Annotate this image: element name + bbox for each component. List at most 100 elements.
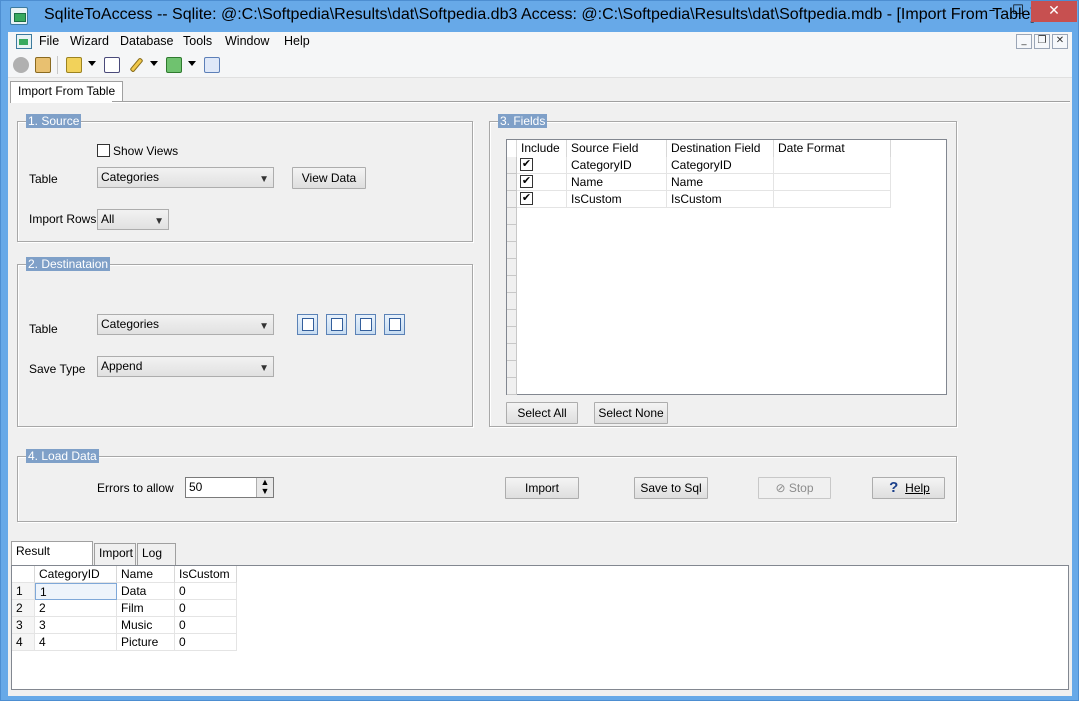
select-none-button[interactable]: Select None — [594, 402, 668, 424]
preview-table-icon — [360, 318, 372, 331]
column-header-destination-field[interactable]: Destination Field — [667, 140, 774, 157]
save-type-select[interactable]: Append ▼ — [97, 356, 274, 377]
fields-group-title: 3. Fields — [498, 114, 548, 128]
source-field-cell[interactable]: CategoryID — [567, 157, 667, 174]
row-indicator[interactable] — [507, 174, 517, 191]
close-button[interactable]: ✕ — [1031, 1, 1077, 22]
column-header-date-format[interactable]: Date Format — [774, 140, 891, 157]
spinner-arrows-icon[interactable]: ▲ ▼ — [256, 478, 273, 497]
menu-window[interactable]: Window — [225, 34, 269, 48]
include-checkbox[interactable]: ✔ — [520, 158, 533, 171]
include-cell[interactable]: ✔ — [517, 191, 567, 208]
source-table-select[interactable]: Categories ▼ — [97, 167, 274, 188]
import-button[interactable]: Import — [505, 477, 579, 499]
preview-table-button[interactable] — [355, 314, 376, 335]
preview-cell[interactable]: 2 — [35, 600, 117, 617]
select-all-button[interactable]: Select All — [506, 402, 578, 424]
empty-row-indicator — [507, 276, 517, 293]
include-checkbox[interactable]: ✔ — [520, 175, 533, 188]
date-format-cell[interactable] — [774, 157, 891, 174]
document-icon[interactable] — [16, 34, 32, 49]
include-cell[interactable]: ✔ — [517, 157, 567, 174]
tab-result-preview[interactable]: Result Preview — [11, 541, 93, 577]
empty-row-indicator — [507, 293, 517, 310]
row-indicator[interactable] — [507, 157, 517, 174]
preview-cell[interactable]: Picture — [117, 634, 175, 651]
fields-grid[interactable]: Include Source Field Destination Field D… — [506, 139, 947, 395]
destination-table-select[interactable]: Categories ▼ — [97, 314, 274, 335]
open-icon[interactable] — [66, 57, 82, 73]
mdi-minimize-button[interactable]: _ — [1016, 34, 1032, 49]
include-checkbox[interactable]: ✔ — [520, 192, 533, 205]
preview-cell[interactable]: 0 — [175, 583, 237, 600]
menu-file[interactable]: File — [39, 34, 59, 48]
window-icon[interactable] — [166, 57, 182, 73]
date-format-cell[interactable] — [774, 191, 891, 208]
grid-icon[interactable] — [204, 57, 220, 73]
load-data-group-title: 4. Load Data — [26, 449, 99, 463]
menu-database[interactable]: Database — [120, 34, 174, 48]
tab-log[interactable]: Log — [137, 543, 176, 565]
menu-help[interactable]: Help — [284, 34, 310, 48]
preview-cell[interactable]: Data — [117, 583, 175, 600]
preview-cell[interactable]: 0 — [175, 634, 237, 651]
destination-field-cell[interactable]: IsCustom — [667, 191, 774, 208]
source-field-cell[interactable]: IsCustom — [567, 191, 667, 208]
tab-import-from-table[interactable]: Import From Table — [10, 81, 124, 103]
preview-cell[interactable]: 4 — [35, 634, 117, 651]
preview-cell[interactable]: Film — [117, 600, 175, 617]
date-format-cell[interactable] — [774, 174, 891, 191]
stop-button[interactable]: ⊘ Stop — [758, 477, 831, 499]
view-data-button[interactable]: View Data — [292, 167, 366, 189]
columns-button[interactable] — [384, 314, 405, 335]
disconnect-icon[interactable] — [35, 57, 51, 73]
column-header-categoryid[interactable]: CategoryID — [35, 566, 117, 583]
row-indicator[interactable] — [507, 191, 517, 208]
mdi-restore-button[interactable]: ❐ — [1034, 34, 1050, 49]
report-icon[interactable] — [104, 57, 120, 73]
show-views-checkbox[interactable] — [97, 144, 110, 157]
include-cell[interactable]: ✔ — [517, 174, 567, 191]
open-dropdown-icon[interactable] — [88, 61, 96, 66]
errors-to-allow-value: 50 — [189, 480, 203, 494]
column-header-name[interactable]: Name — [117, 566, 175, 583]
preview-cell[interactable]: Music — [117, 617, 175, 634]
import-rows-value: All — [101, 212, 115, 226]
save-to-sql-button[interactable]: Save to Sql — [634, 477, 708, 499]
errors-to-allow-spinner[interactable]: 50 ▲ ▼ — [185, 477, 274, 498]
help-button[interactable]: ? Help — [872, 477, 945, 499]
preview-cell[interactable]: 0 — [175, 600, 237, 617]
source-group: 1. Source Show Views Table Categories ▼ V… — [17, 114, 473, 242]
chevron-down-icon: ▼ — [259, 174, 269, 185]
errors-to-allow-label: Errors to allow — [97, 481, 174, 495]
preview-cell[interactable]: 0 — [175, 617, 237, 634]
column-header-include[interactable]: Include — [517, 140, 567, 157]
column-header-source-field[interactable]: Source Field — [567, 140, 667, 157]
preview-cell[interactable]: 3 — [35, 617, 117, 634]
wizard-dropdown-icon[interactable] — [150, 61, 158, 66]
mdi-close-button[interactable]: ✕ — [1052, 34, 1068, 49]
window-dropdown-icon[interactable] — [188, 61, 196, 66]
menu-tools[interactable]: Tools — [183, 34, 212, 48]
row-number: 2 — [12, 600, 35, 617]
source-field-cell[interactable]: Name — [567, 174, 667, 191]
title-bar[interactable]: SqliteToAccess -- Sqlite: @:C:\Softpedia… — [1, 1, 1078, 32]
menu-wizard[interactable]: Wizard — [70, 34, 109, 48]
import-rows-select[interactable]: All ▼ — [97, 209, 169, 230]
preview-cell[interactable]: 1 — [35, 583, 117, 600]
destination-field-cell[interactable]: CategoryID — [667, 157, 774, 174]
refresh-table-button[interactable] — [326, 314, 347, 335]
create-table-button[interactable] — [297, 314, 318, 335]
connect-icon[interactable] — [13, 57, 29, 73]
column-header-iscustom[interactable]: IsCustom — [175, 566, 237, 583]
minimize-button[interactable]: – — [979, 1, 1005, 22]
wizard-icon[interactable] — [129, 57, 144, 73]
stop-label: Stop — [788, 481, 814, 495]
columns-icon — [389, 318, 401, 331]
app-icon[interactable] — [10, 7, 28, 25]
destination-field-cell[interactable]: Name — [667, 174, 774, 191]
help-icon: ? — [889, 479, 899, 496]
result-preview-grid[interactable]: CategoryID Name IsCustom 1 1 Data 0 2 2 Film 0 3… — [11, 565, 1069, 690]
tab-import[interactable]: Import — [94, 543, 136, 565]
maximize-button[interactable]: ☐ — [1005, 1, 1031, 22]
